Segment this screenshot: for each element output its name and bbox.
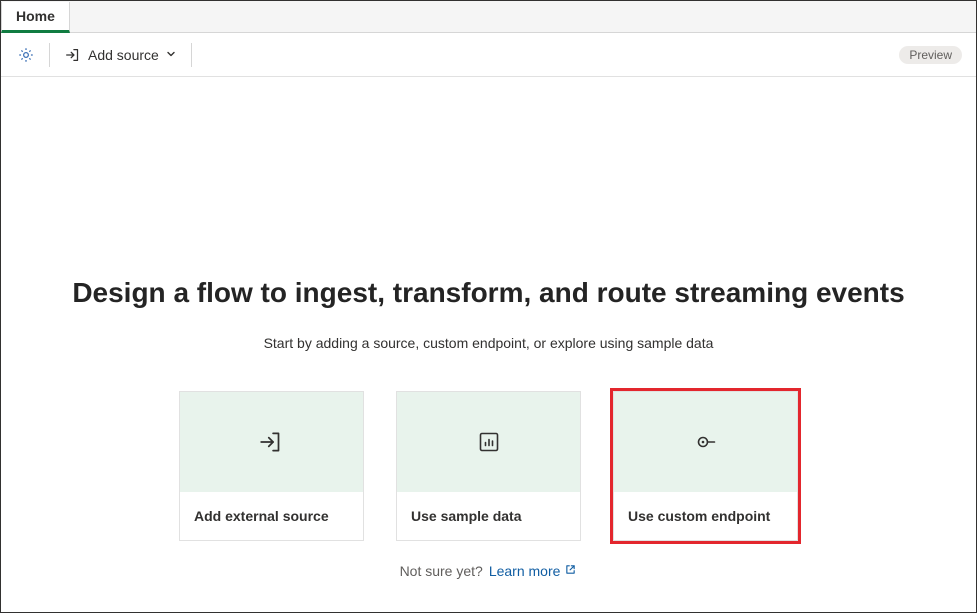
learn-more-label: Learn more — [489, 563, 561, 579]
custom-endpoint-icon — [694, 430, 718, 454]
page-title: Design a flow to ingest, transform, and … — [72, 277, 904, 309]
settings-button[interactable] — [9, 39, 43, 71]
card-add-external-source[interactable]: Add external source — [179, 391, 364, 541]
card-label-area: Use sample data — [397, 492, 580, 540]
helper-row: Not sure yet? Learn more — [400, 563, 578, 579]
add-source-icon — [64, 46, 82, 64]
option-cards-row: Add external source Use sample data — [179, 391, 798, 541]
helper-text: Not sure yet? — [400, 563, 483, 579]
card-label: Use custom endpoint — [628, 508, 770, 524]
add-source-label: Add source — [88, 47, 159, 63]
external-link-icon — [564, 563, 577, 579]
card-label: Use sample data — [411, 508, 522, 524]
learn-more-link[interactable]: Learn more — [489, 563, 578, 579]
card-icon-area — [180, 392, 363, 492]
card-icon-area — [614, 392, 797, 492]
card-label-area: Add external source — [180, 492, 363, 540]
card-label: Add external source — [194, 508, 329, 524]
command-bar: Add source Preview — [1, 33, 976, 77]
add-source-button[interactable]: Add source — [56, 39, 185, 71]
chevron-down-icon — [165, 47, 177, 63]
preview-badge: Preview — [899, 46, 962, 64]
card-use-custom-endpoint[interactable]: Use custom endpoint — [613, 391, 798, 541]
divider — [49, 43, 50, 67]
divider — [191, 43, 192, 67]
card-icon-area — [397, 392, 580, 492]
page-subtitle: Start by adding a source, custom endpoin… — [264, 335, 714, 351]
card-label-area: Use custom endpoint — [614, 492, 797, 540]
gear-icon — [17, 46, 35, 64]
tab-home-label: Home — [16, 8, 55, 24]
sample-data-icon — [477, 430, 501, 454]
card-use-sample-data[interactable]: Use sample data — [396, 391, 581, 541]
add-source-icon — [259, 429, 285, 455]
hero-area: Design a flow to ingest, transform, and … — [1, 77, 976, 612]
tab-home[interactable]: Home — [1, 2, 70, 33]
tab-strip: Home — [1, 1, 976, 33]
